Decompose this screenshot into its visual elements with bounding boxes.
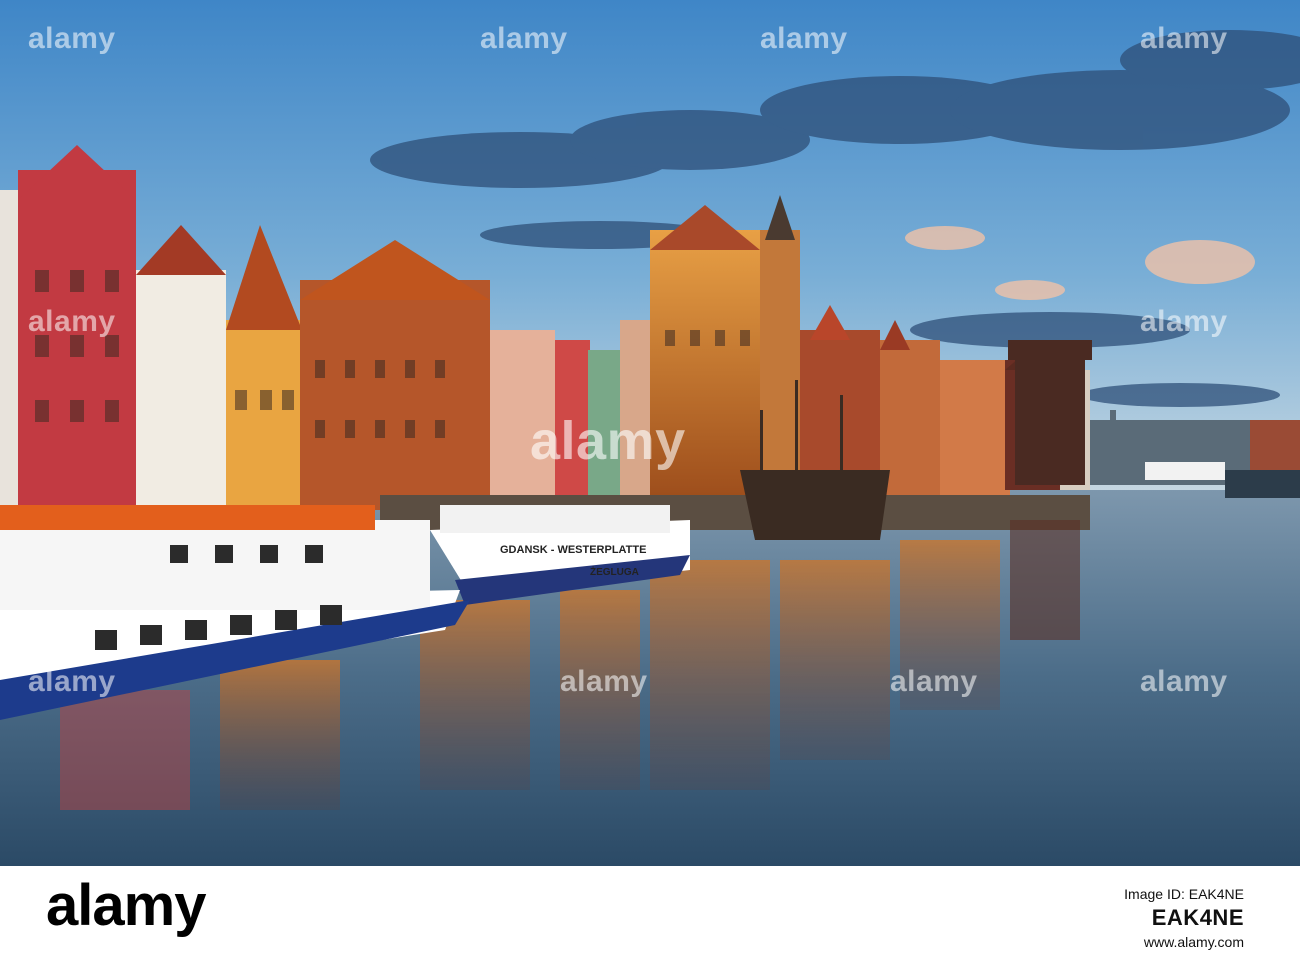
- watermark: alamy: [28, 22, 116, 55]
- watermark: alamy: [1140, 665, 1228, 698]
- footer-meta: Image ID: EAK4NE EAK4NE www.alamy.com: [1124, 884, 1244, 952]
- alamy-logo: alamy: [46, 873, 206, 938]
- watermark: alamy: [1140, 305, 1228, 338]
- watermark-center: alamy: [530, 411, 686, 471]
- distant-ferry: [1145, 462, 1225, 480]
- image-id-caption: Image ID: EAK4NE: [1124, 886, 1244, 902]
- photo: GDANSK - WESTERPLATTE ŻEGLUGA alamy alam…: [0, 0, 1300, 866]
- footer: alamy Image ID: EAK4NE EAK4NE www.alamy.…: [0, 866, 1300, 956]
- alamy-url[interactable]: www.alamy.com: [1124, 932, 1244, 952]
- watermark: alamy: [28, 665, 116, 698]
- svg-text:ŻEGLUGA: ŻEGLUGA: [590, 565, 639, 578]
- svg-text:GDANSK - WESTERPLATTE: GDANSK - WESTERPLATTE: [500, 544, 646, 556]
- crane-gate: [1008, 340, 1092, 485]
- watermark: alamy: [28, 305, 116, 338]
- image-id: EAK4NE: [1151, 905, 1244, 930]
- watermark: alamy: [480, 22, 568, 55]
- watermark: alamy: [760, 22, 848, 55]
- watermark: alamy: [1140, 22, 1228, 55]
- distant-ship: [1225, 470, 1300, 498]
- watermark: alamy: [560, 665, 648, 698]
- watermark: alamy: [890, 665, 978, 698]
